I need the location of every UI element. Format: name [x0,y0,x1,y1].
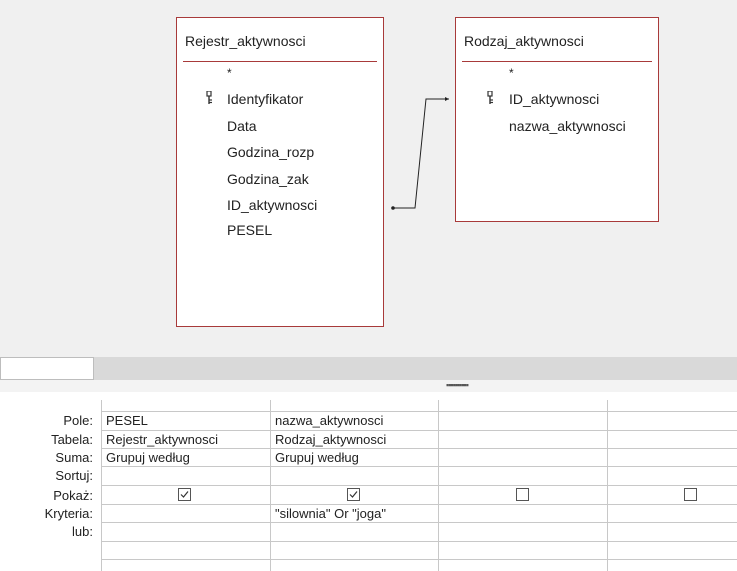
row-label-lub: lub: [72,524,93,539]
grid-line [101,559,737,560]
field-all[interactable]: * [509,66,514,80]
query-grid: Pole: Tabela: Suma: Sortuj: Pokaż: Kryte… [0,392,737,571]
show-checkbox[interactable] [684,488,697,501]
design-horizontal-scrollbar[interactable] [0,357,737,380]
field-data[interactable]: Data [227,118,257,134]
grid-line [270,400,271,571]
row-label-suma: Suma: [55,450,93,465]
field-id-aktywnosci[interactable]: ID_aktywnosci [509,91,599,107]
checkmark-icon [180,491,189,498]
grid-line [101,400,102,571]
table-title[interactable]: Rodzaj_aktywnosci [456,18,658,64]
cell-suma[interactable]: Grupuj według [106,450,190,465]
grid-line [101,541,737,542]
title-divider [183,61,377,62]
key-icon [205,90,213,107]
field-godzina-zak[interactable]: Godzina_zak [227,171,309,187]
show-checkbox[interactable] [516,488,529,501]
splitter-grip-icon[interactable]: ▪▪▪▪▪▪▪▪▪▪ [446,380,469,390]
cell-pole[interactable]: nazwa_aktywnosci [275,413,383,428]
grid-line [101,485,737,486]
field-id-aktywnosci[interactable]: ID_aktywnosci [227,197,317,213]
field-all[interactable]: * [227,66,232,80]
cell-tabela[interactable]: Rejestr_aktywnosci [106,432,218,447]
show-checkbox[interactable] [347,488,360,501]
grid-line [101,522,737,523]
row-label-sortuj: Sortuj: [55,468,93,483]
cell-pole[interactable]: PESEL [106,413,148,428]
cell-suma[interactable]: Grupuj według [275,450,359,465]
checkmark-icon [349,491,358,498]
row-label-tabela: Tabela: [51,432,93,447]
row-label-pokaz: Pokaż: [53,488,93,503]
grid-line [101,430,737,431]
query-design-surface: Rejestr_aktywnosci * Identyfikator Data … [0,0,737,357]
cell-tabela[interactable]: Rodzaj_aktywnosci [275,432,386,447]
table-title[interactable]: Rejestr_aktywnosci [177,18,383,64]
table-rodzaj-aktywnosci[interactable]: Rodzaj_aktywnosci * ID_aktywnosci nazwa_… [455,17,659,222]
grid-line [101,504,737,505]
row-label-kryteria: Kryteria: [44,506,93,521]
key-icon [486,90,494,107]
field-nazwa-aktywnosci[interactable]: nazwa_aktywnosci [509,118,626,134]
title-divider [462,61,652,62]
row-label-pole: Pole: [63,413,93,428]
show-checkbox[interactable] [178,488,191,501]
grid-line [607,400,608,571]
grid-line [101,448,737,449]
field-godzina-rozp[interactable]: Godzina_rozp [227,144,314,160]
grid-line [438,400,439,571]
field-pesel[interactable]: PESEL [227,222,272,238]
table-rejestr-aktywnosci[interactable]: Rejestr_aktywnosci * Identyfikator Data … [176,17,384,327]
cell-kryteria[interactable]: "silownia" Or "joga" [275,506,386,521]
grid-line [101,466,737,467]
field-identyfikator[interactable]: Identyfikator [227,91,303,107]
scrollbar-thumb[interactable] [0,357,94,380]
grid-line [101,411,737,412]
